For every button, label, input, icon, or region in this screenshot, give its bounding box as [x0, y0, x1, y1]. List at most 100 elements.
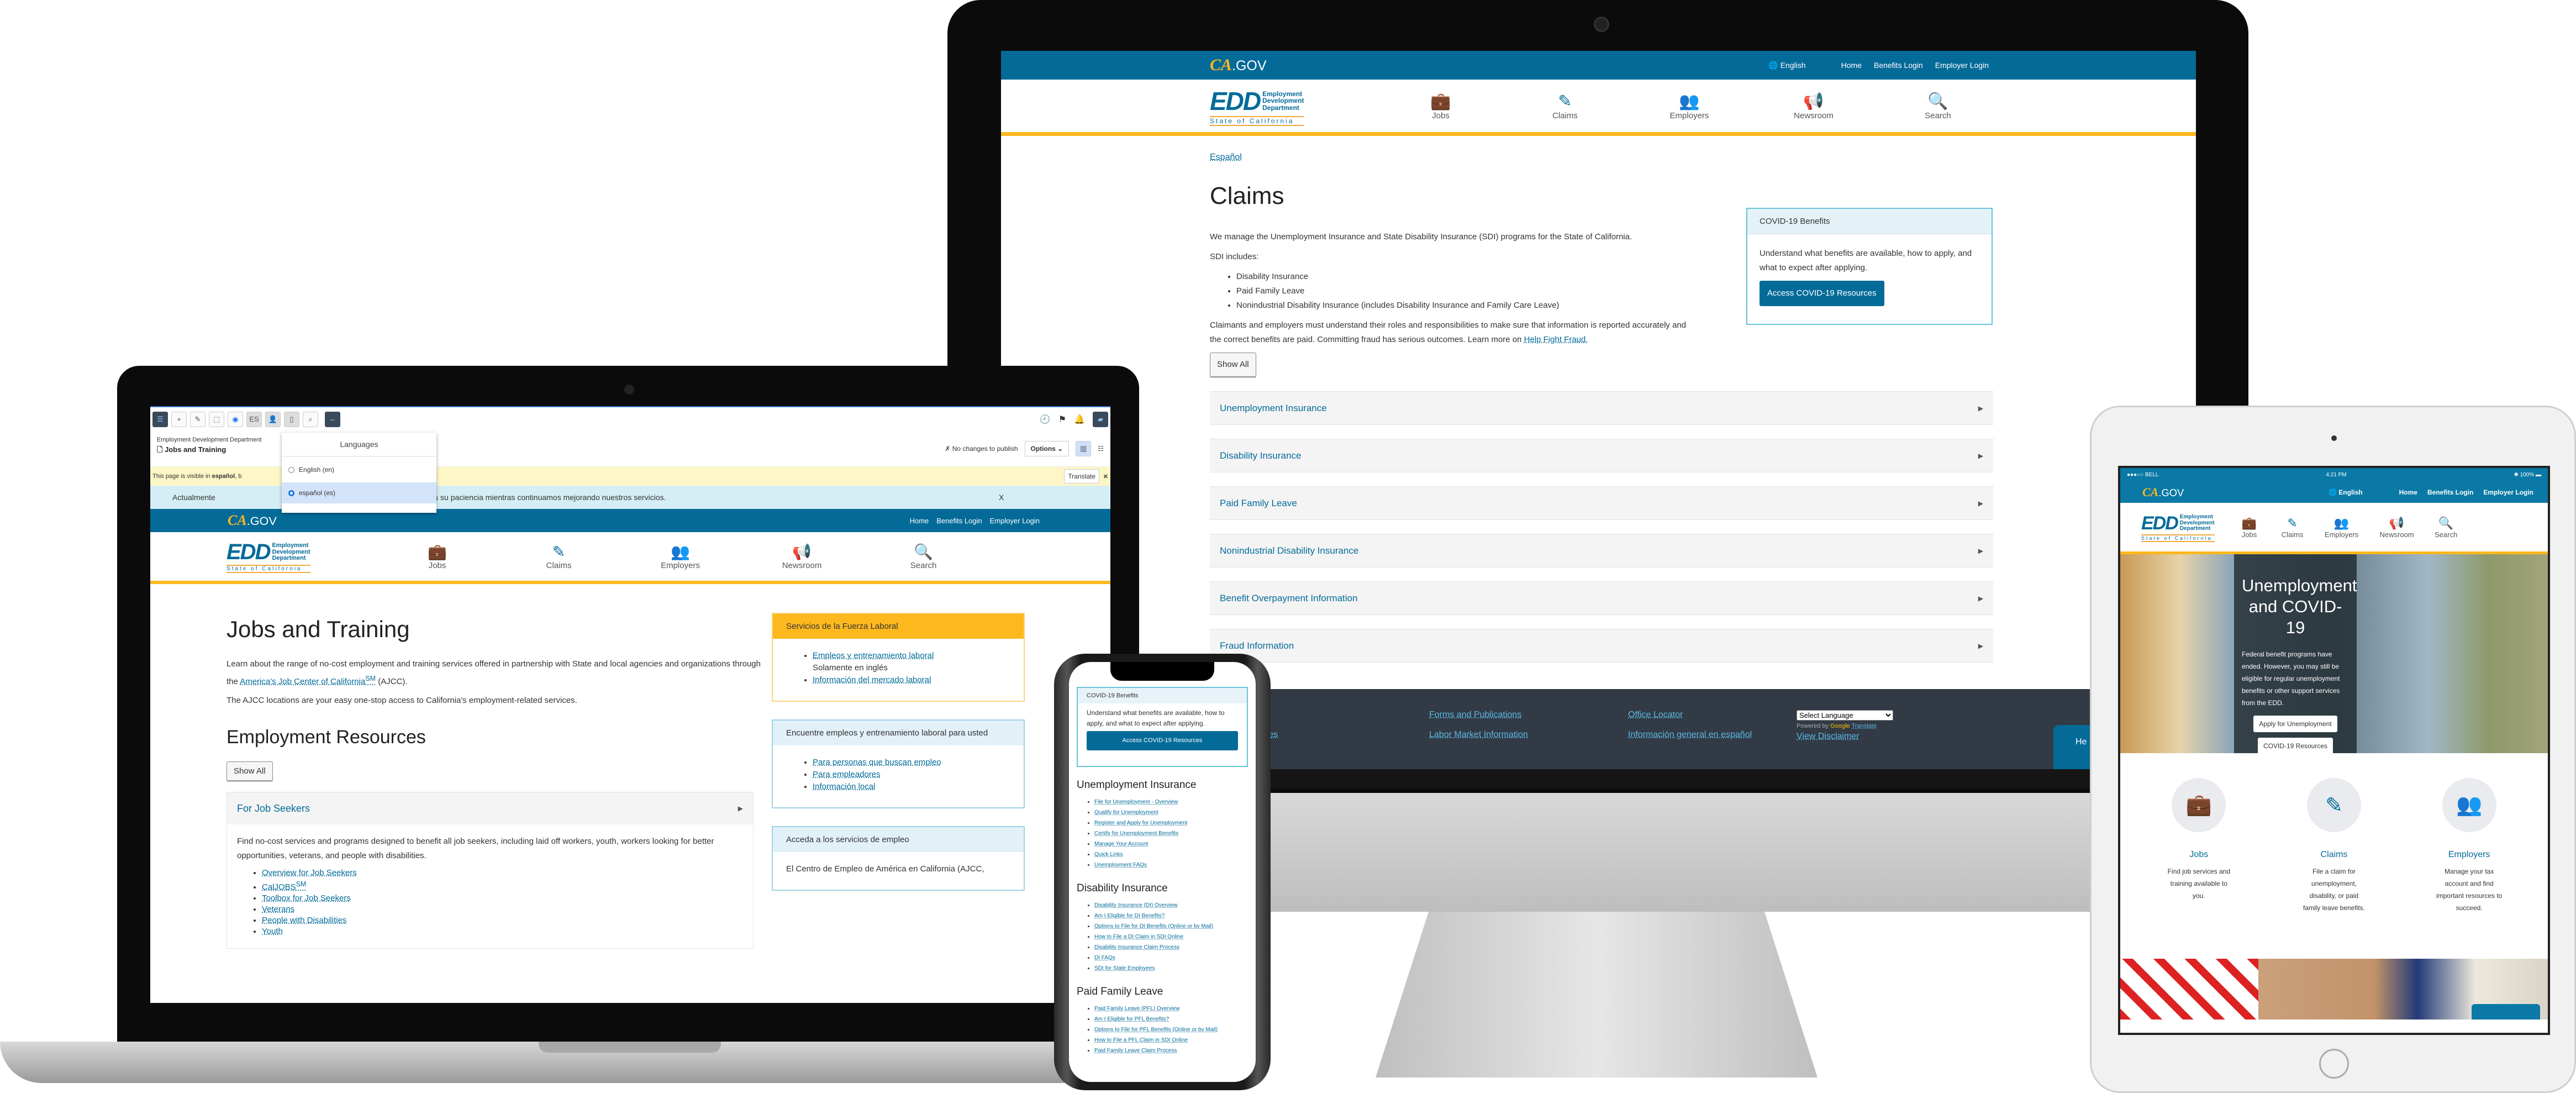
add-icon[interactable]: +: [171, 411, 187, 427]
nav-jobs[interactable]: 💼 Jobs: [2228, 516, 2271, 539]
nav-newsroom[interactable]: 📢 Newsroom: [2369, 516, 2425, 539]
covid-resources-button[interactable]: COVID-19 Resources: [2257, 738, 2333, 754]
accordion-item[interactable]: Benefit Overpayment Information ▶: [1210, 581, 1993, 615]
cagov-logo[interactable]: CA.GOV: [228, 513, 277, 528]
radio-button[interactable]: [288, 466, 294, 473]
home-link[interactable]: Home: [1841, 61, 1862, 70]
ui-link[interactable]: Manage Your Account: [1094, 841, 1148, 847]
inspect-icon[interactable]: ⌕: [303, 411, 318, 427]
translate-link[interactable]: Translate: [1852, 723, 1877, 729]
di-link[interactable]: Disability Insurance (DI) Overview: [1094, 902, 1178, 908]
accordion-item[interactable]: Nonindustrial Disability Insurance ▶: [1210, 534, 1993, 567]
job-seeker-link[interactable]: Overview for Job Seekers: [262, 868, 357, 877]
access-covid-resources-button[interactable]: Access COVID-19 Resources: [1760, 281, 1884, 306]
cagov-logo[interactable]: CA.GOV: [1210, 57, 1267, 73]
card-employers[interactable]: 👥 Employers Manage your tax account and …: [2420, 778, 2519, 959]
compare-icon[interactable]: ⇔: [325, 411, 340, 427]
pfl-link[interactable]: Paid Family Leave Claim Process: [1094, 1048, 1177, 1054]
nav-jobs[interactable]: 💼 Jobs: [1378, 92, 1503, 120]
job-seeker-link[interactable]: Youth: [262, 927, 283, 936]
ui-link[interactable]: Register and Apply for Unemployment: [1094, 820, 1187, 826]
history-icon[interactable]: 🕘: [1040, 414, 1051, 425]
pfl-link[interactable]: Am I Eligible for PFL Benefits?: [1094, 1016, 1169, 1022]
sitetree-icon[interactable]: ☰: [152, 411, 168, 427]
pfl-link[interactable]: Paid Family Leave (PFL) Overview: [1094, 1006, 1180, 1012]
users-icon[interactable]: 👤: [265, 411, 281, 427]
ui-link[interactable]: Qualify for Unemployment: [1094, 810, 1158, 816]
nav-jobs[interactable]: 💼 Jobs: [377, 543, 498, 570]
labor-market-link[interactable]: Labor Market Information: [1429, 730, 1528, 740]
nav-newsroom[interactable]: 📢 Newsroom: [1751, 92, 1876, 120]
sidebar-link[interactable]: Empleos y entrenamiento laboral: [813, 651, 934, 660]
nav-claims[interactable]: ✎ Claims: [2271, 516, 2314, 539]
edd-logo[interactable]: EDD Employment Development Department Stat…: [2141, 513, 2215, 542]
language-selector[interactable]: 🌐 English: [1768, 61, 1805, 70]
edit-icon[interactable]: ✎: [190, 411, 206, 427]
sidebar-link[interactable]: Para personas que buscan empleo: [813, 758, 941, 767]
ui-link[interactable]: Unemployment FAQs: [1094, 862, 1147, 868]
accordion-item[interactable]: Fraud Information ▶: [1210, 629, 1993, 663]
mobile-icon[interactable]: ▯: [284, 411, 299, 427]
benefits-login-link[interactable]: Benefits Login: [936, 517, 982, 525]
radio-button-selected[interactable]: [288, 490, 294, 496]
employer-login-link[interactable]: Employer Login: [2483, 488, 2533, 496]
access-covid-resources-button[interactable]: Access COVID-19 Resources: [1087, 731, 1238, 750]
nav-search[interactable]: 🔍 Search: [863, 543, 984, 570]
di-link[interactable]: Am I Eligible for DI Benefits?: [1094, 913, 1165, 919]
language-selector[interactable]: 🌐 English: [2329, 488, 2363, 496]
view-disclaimer-link[interactable]: View Disclaimer: [1797, 732, 1893, 742]
card-jobs[interactable]: 💼 Jobs Find job services and training av…: [2149, 778, 2248, 959]
comment-icon[interactable]: ⚑: [1058, 414, 1066, 425]
accordion-header[interactable]: For Job Seekers ▶: [227, 792, 753, 824]
employer-login-link[interactable]: Employer Login: [1935, 61, 1989, 70]
folder-icon[interactable]: ▰: [1093, 411, 1108, 427]
nav-employers[interactable]: 👥 Employers: [2314, 516, 2369, 539]
nav-claims[interactable]: ✎ Claims: [1503, 92, 1627, 120]
accordion-item[interactable]: Disability Insurance ▶: [1210, 439, 1993, 472]
split-view-icon[interactable]: ▥: [1076, 441, 1092, 456]
sidebar-link[interactable]: Información local: [813, 782, 875, 791]
nav-employers[interactable]: 👥 Employers: [1627, 92, 1751, 120]
help-fight-fraud-link[interactable]: Help Fight Fraud.: [1524, 335, 1588, 344]
close-icon[interactable]: ✕: [1103, 473, 1108, 480]
employer-login-link[interactable]: Employer Login: [990, 517, 1040, 525]
di-link[interactable]: Disability Insurance Claim Process: [1094, 944, 1179, 950]
alert-close-button[interactable]: X: [999, 493, 1004, 502]
accordion-item[interactable]: Unemployment Insurance ▶: [1210, 391, 1993, 425]
espanol-link[interactable]: Español: [1210, 153, 1242, 162]
nav-search[interactable]: 🔍 Search: [1876, 92, 2000, 120]
ajcc-link[interactable]: America's Job Center of CaliforniaSM: [240, 675, 376, 686]
nav-employers[interactable]: 👥 Employers: [620, 543, 741, 570]
card-claims[interactable]: ✎ Claims File a claim for unemployment, …: [2284, 778, 2384, 959]
di-link[interactable]: SDI for State Employees: [1094, 965, 1155, 971]
ui-link[interactable]: File for Unemployment - Overview: [1094, 799, 1178, 805]
show-all-button[interactable]: Show All: [226, 761, 273, 781]
preview-icon[interactable]: ◉: [228, 411, 243, 427]
language-toggle[interactable]: ES: [246, 411, 262, 427]
job-seeker-link[interactable]: Veterans: [262, 905, 294, 914]
home-link[interactable]: Home: [2399, 488, 2417, 496]
nav-newsroom[interactable]: 📢 Newsroom: [741, 543, 863, 570]
ui-link[interactable]: Quick Links: [1094, 852, 1123, 858]
language-option-es[interactable]: español (es): [282, 482, 436, 503]
benefits-login-link[interactable]: Benefits Login: [1874, 61, 1923, 70]
notification-bell-icon[interactable]: 🔔: [1074, 414, 1085, 425]
select-icon[interactable]: ⬚: [209, 411, 224, 427]
edd-logo[interactable]: EDD Employment Development Department Stat…: [1210, 86, 1304, 126]
sidebar-link[interactable]: Información del mercado laboral: [813, 675, 931, 685]
sidebar-link[interactable]: Para empleadores: [813, 770, 881, 779]
home-link[interactable]: Home: [910, 517, 929, 525]
cagov-logo[interactable]: CA.GOV: [2142, 486, 2184, 498]
select-language-dropdown[interactable]: Select Language: [1797, 710, 1893, 721]
office-locator-link[interactable]: Office Locator: [1628, 710, 1752, 720]
forms-publications-link[interactable]: Forms and Publications: [1429, 710, 1528, 720]
pfl-link[interactable]: Options to File for PFL Benefits (Online…: [1094, 1027, 1218, 1033]
list-view-icon[interactable]: ☷: [1098, 445, 1104, 453]
accordion-item[interactable]: Paid Family Leave ▶: [1210, 486, 1993, 520]
translate-button[interactable]: Translate: [1064, 469, 1099, 484]
language-option-en[interactable]: English (en): [282, 459, 436, 480]
ui-link[interactable]: Certify for Unemployment Benefits: [1094, 831, 1178, 837]
di-link[interactable]: DI FAQs: [1094, 955, 1115, 961]
veterans-image[interactable]: [2258, 959, 2548, 1020]
di-link[interactable]: Options to File for DI Benefits (Online …: [1094, 923, 1213, 929]
